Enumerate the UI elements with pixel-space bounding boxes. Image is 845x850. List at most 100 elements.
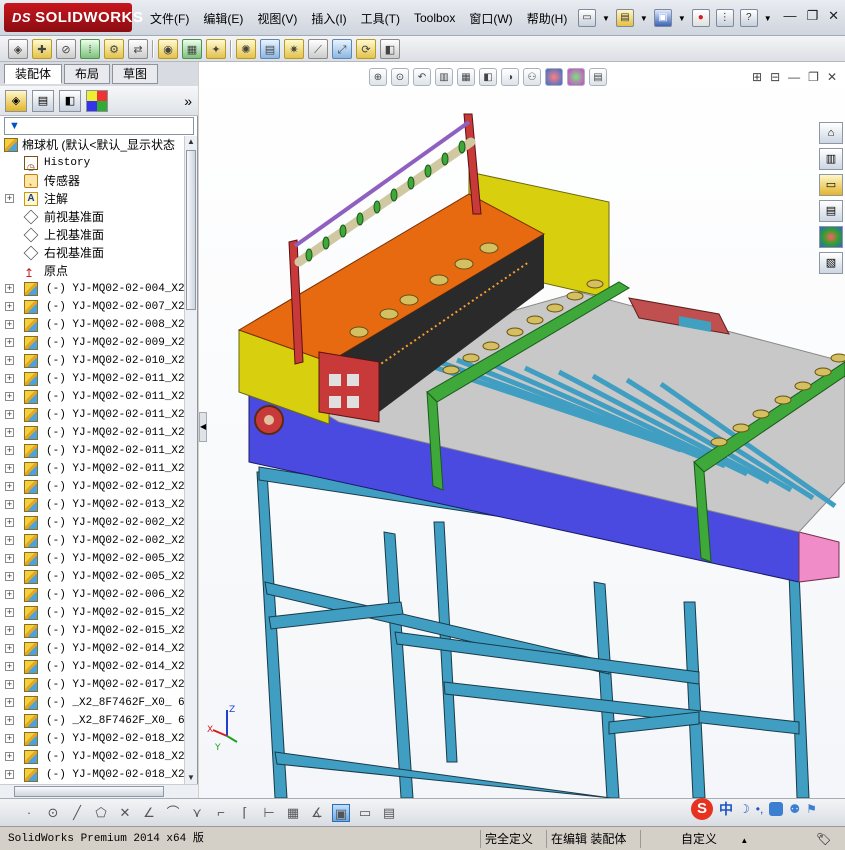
- table-icon[interactable]: ▤: [380, 804, 398, 822]
- tree-component[interactable]: + (-) _X2_8F7462F_X0_ 62: [0, 712, 184, 730]
- circle-icon[interactable]: ⊙: [44, 804, 62, 822]
- rebuild-icon[interactable]: ●: [691, 9, 710, 27]
- tree-component[interactable]: + (-) YJ-MQ02-02-017_X2_6: [0, 676, 184, 694]
- home-icon[interactable]: ⌂: [819, 122, 843, 144]
- instant3d-icon[interactable]: ⤢: [332, 38, 352, 59]
- chevron-down-icon[interactable]: ▼: [764, 14, 772, 23]
- edit-appearance-icon[interactable]: [545, 68, 563, 86]
- tree-vertical-scrollbar[interactable]: ▲ ▼: [184, 136, 197, 784]
- tree-component[interactable]: + (-) _X2_8F7462F_X0_ 62: [0, 694, 184, 712]
- tree-item[interactable]: ↥ 原点: [0, 262, 184, 280]
- scroll-down-icon[interactable]: ▼: [186, 772, 196, 784]
- apply-scene-icon[interactable]: [567, 68, 585, 86]
- expand-icon[interactable]: +: [5, 608, 14, 617]
- tree-item[interactable]: ◔ 传感器: [0, 172, 184, 190]
- tree-component[interactable]: + (-) YJ-MQ02-02-015_X2_8: [0, 622, 184, 640]
- mate-icon[interactable]: ⊘: [56, 38, 76, 59]
- tree-component[interactable]: + (-) YJ-MQ02-02-011_X2_6: [0, 424, 184, 442]
- chevron-down-icon[interactable]: ▼: [602, 14, 610, 23]
- tree-component[interactable]: + (-) YJ-MQ02-02-011_X2_6: [0, 460, 184, 478]
- tree-component[interactable]: + (-) YJ-MQ02-02-018_X2_6: [0, 730, 184, 748]
- expand-icon[interactable]: +: [5, 752, 14, 761]
- component-icon[interactable]: ◈: [8, 38, 28, 59]
- file-explorer-icon[interactable]: ▭: [819, 174, 843, 196]
- tree-component[interactable]: + (-) YJ-MQ02-02-011_X2_6: [0, 442, 184, 460]
- expand-icon[interactable]: +: [5, 374, 14, 383]
- expand-icon[interactable]: +: [5, 662, 14, 671]
- tab-assembly[interactable]: 装配体: [4, 64, 63, 84]
- viewport-close-icon[interactable]: ✕: [827, 70, 837, 84]
- offset-icon[interactable]: ⌒: [164, 804, 182, 822]
- custom-properties-icon[interactable]: ▧: [819, 252, 843, 274]
- section-view-icon[interactable]: ▥: [435, 68, 453, 86]
- chamfer-icon[interactable]: ⌈: [236, 804, 254, 822]
- configuration-manager-icon[interactable]: ◧: [59, 89, 81, 112]
- solidworks-logo[interactable]: DS SOLIDWORKS: [4, 3, 143, 32]
- tab-sketch[interactable]: 草图: [112, 64, 159, 84]
- tree-component[interactable]: + (-) YJ-MQ02-02-015_X2_8: [0, 604, 184, 622]
- assembly-features-icon[interactable]: ▦: [182, 38, 202, 59]
- smart-fasteners-icon[interactable]: ⚙: [104, 38, 124, 59]
- tree-component[interactable]: + (-) YJ-MQ02-02-002_X2_6: [0, 514, 184, 532]
- zoom-to-fit-icon[interactable]: ⊕: [369, 68, 387, 86]
- ime-language-toggle[interactable]: 中: [719, 799, 733, 819]
- tree-component[interactable]: + (-) YJ-MQ02-02-005_X2_6: [0, 568, 184, 586]
- view-settings-icon[interactable]: ▤: [589, 68, 607, 86]
- tree-horizontal-scrollbar[interactable]: [0, 784, 198, 798]
- trim-icon[interactable]: ✕: [116, 804, 134, 822]
- tree-item[interactable]: 右视基准面: [0, 244, 184, 262]
- expand-icon[interactable]: +: [5, 356, 14, 365]
- open-folder-icon[interactable]: ▤: [615, 9, 634, 27]
- display-manager-icon[interactable]: [86, 89, 108, 112]
- punctuation-icon[interactable]: •,: [756, 802, 764, 816]
- expand-icon[interactable]: +: [5, 194, 14, 203]
- property-manager-icon[interactable]: ▤: [32, 89, 54, 112]
- menu-toolbox[interactable]: Toolbox: [414, 11, 455, 25]
- expand-icon[interactable]: +: [5, 716, 14, 725]
- tree-root[interactable]: 棉球机 (默认<默认_显示状态: [0, 136, 184, 154]
- tree-item[interactable]: ◷ History: [0, 154, 184, 172]
- save-icon[interactable]: ▣: [653, 9, 672, 27]
- show-hidden-icon[interactable]: ◉: [158, 38, 178, 59]
- tree-component[interactable]: + (-) YJ-MQ02-02-006_X2_6: [0, 586, 184, 604]
- assembly-model[interactable]: [199, 62, 845, 798]
- menu-edit[interactable]: 编辑(E): [203, 10, 243, 27]
- shirt-icon[interactable]: ⚑: [806, 802, 817, 816]
- polygon-icon[interactable]: ⬠: [92, 804, 110, 822]
- rebuild-status-icon[interactable]: 🏷: [812, 830, 835, 848]
- menu-window[interactable]: 窗口(W): [469, 10, 512, 27]
- expand-icon[interactable]: +: [5, 770, 14, 779]
- tree-item[interactable]: 上视基准面: [0, 226, 184, 244]
- tree-component[interactable]: + (-) YJ-MQ02-02-014_X2_8: [0, 640, 184, 658]
- expand-icon[interactable]: +: [5, 626, 14, 635]
- tree-component[interactable]: + (-) YJ-MQ02-02-007_X2_5: [0, 298, 184, 316]
- tab-layout[interactable]: 布局: [64, 64, 111, 84]
- exploded-view-icon[interactable]: ✷: [284, 38, 304, 59]
- extend-icon[interactable]: ∠: [140, 804, 158, 822]
- chevron-down-icon[interactable]: ▼: [640, 14, 648, 23]
- keyboard-icon[interactable]: [769, 802, 784, 816]
- new-motion-study-icon[interactable]: ✺: [236, 38, 256, 59]
- fillet-icon[interactable]: ⌐: [212, 804, 230, 822]
- tree-component[interactable]: + (-) YJ-MQ02-02-010_X2_4: [0, 352, 184, 370]
- display-style-icon[interactable]: ◑: [501, 68, 519, 86]
- update-icon[interactable]: ⟳: [356, 38, 376, 59]
- tree-component[interactable]: + (-) YJ-MQ02-02-011_X2_6: [0, 406, 184, 424]
- tree-component[interactable]: + (-) YJ-MQ02-02-014_X2_8: [0, 658, 184, 676]
- explode-line-icon[interactable]: ⟋: [308, 38, 328, 59]
- graphics-area[interactable]: ⊕ ⊙ ↶ ▥ ▦ ◧ ◑ ⚇ ▤ ⊞ ⊟ — ❐ ✕ ⌂ ▥ ▭ ▤ ▧ ◀ …: [199, 62, 845, 798]
- feature-tree-icon[interactable]: ◈: [5, 89, 27, 112]
- previous-view-icon[interactable]: ↶: [413, 68, 431, 86]
- insert-component-icon[interactable]: ✚: [32, 38, 52, 59]
- expand-icon[interactable]: +: [5, 698, 14, 707]
- tree-component[interactable]: + (-) YJ-MQ02-02-013_X2_8: [0, 496, 184, 514]
- expand-icon[interactable]: +: [5, 410, 14, 419]
- expand-icon[interactable]: +: [5, 428, 14, 437]
- expand-icon[interactable]: +: [5, 536, 14, 545]
- tree-item[interactable]: + A 注解: [0, 190, 184, 208]
- bill-of-materials-icon[interactable]: ▤: [260, 38, 280, 59]
- tree-component[interactable]: + (-) YJ-MQ02-02-009_X2_5: [0, 334, 184, 352]
- close-icon[interactable]: ✕: [828, 8, 839, 24]
- hide-show-items-icon[interactable]: ⚇: [523, 68, 541, 86]
- tree-item[interactable]: 前视基准面: [0, 208, 184, 226]
